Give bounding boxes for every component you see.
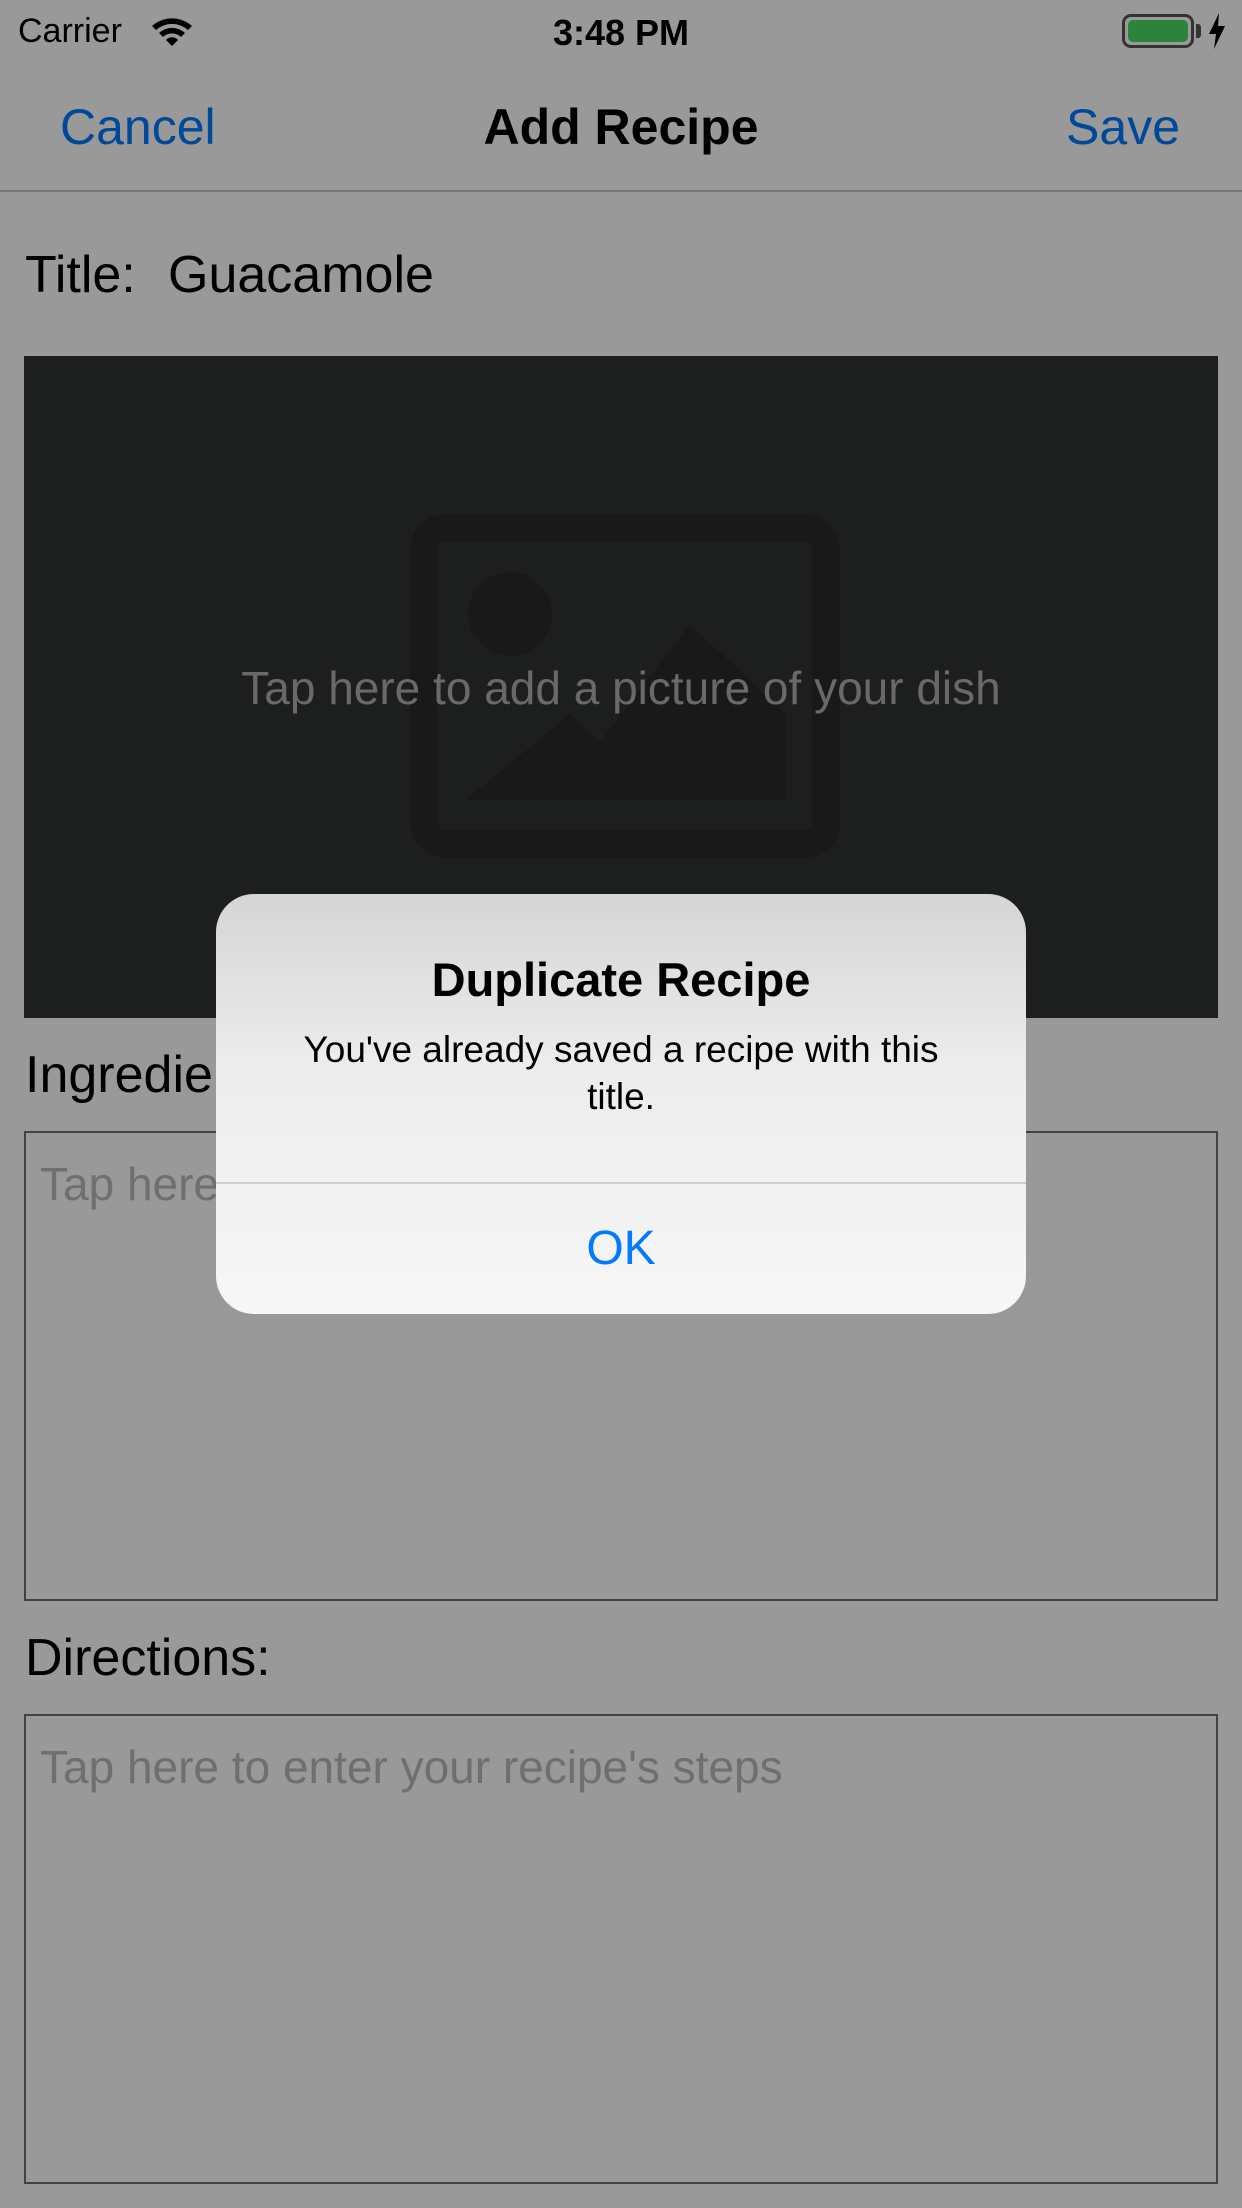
alert-message: You've already saved a recipe with this …: [303, 1029, 939, 1117]
ok-button[interactable]: OK: [216, 1184, 1026, 1314]
add-recipe-screen: Carrier 3:48 PM Cancel Add Recipe Save T…: [0, 0, 1242, 2208]
duplicate-recipe-alert: Duplicate Recipe You've already saved a …: [216, 894, 1026, 1314]
alert-title: Duplicate Recipe: [431, 953, 811, 1006]
